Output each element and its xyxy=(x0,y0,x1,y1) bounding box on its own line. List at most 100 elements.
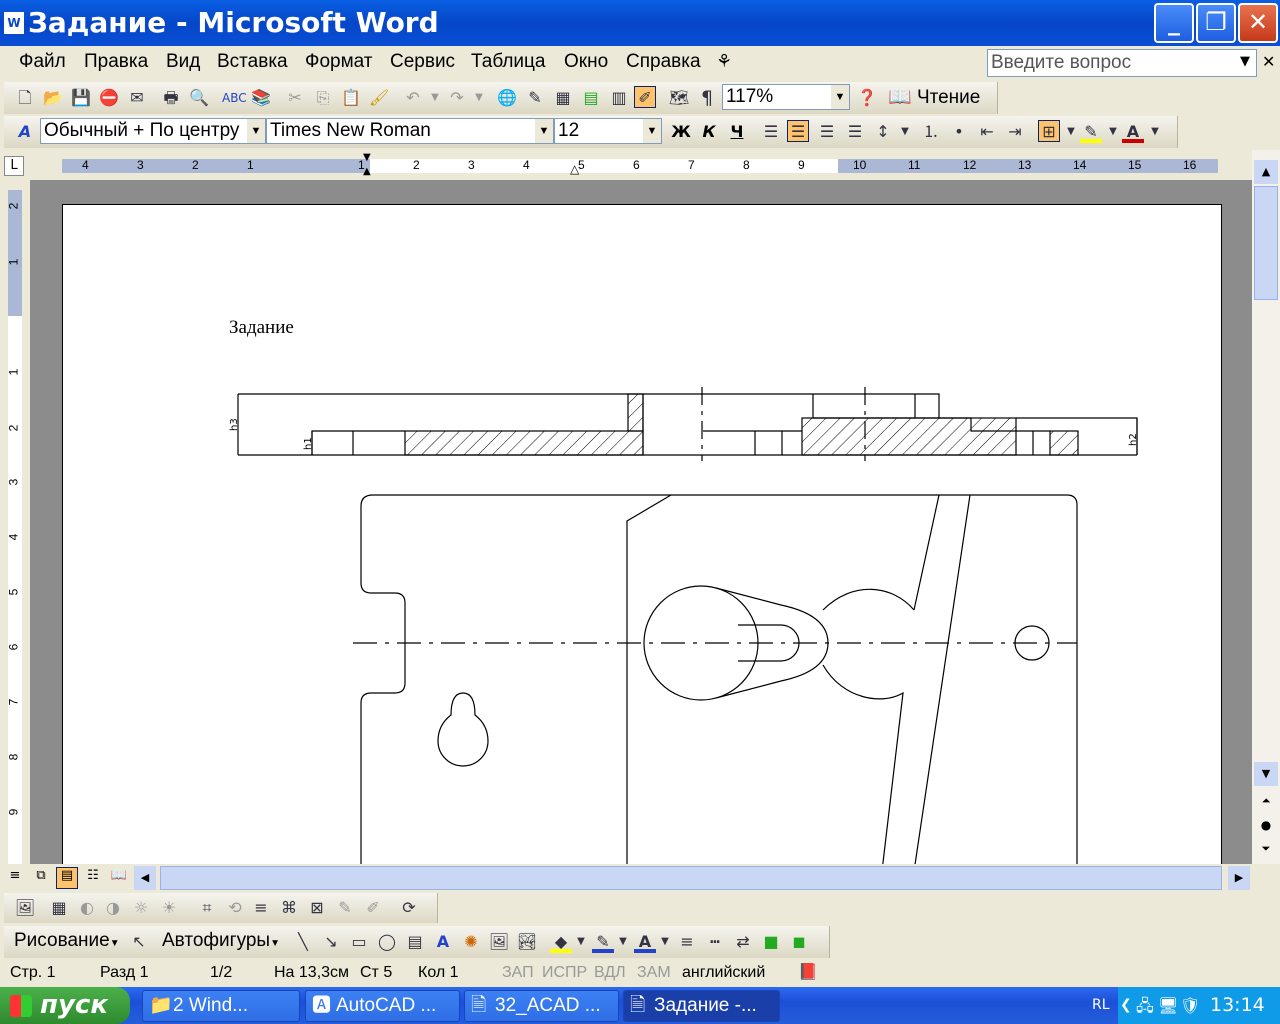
line-spacing-icon[interactable]: ↕ xyxy=(872,121,894,143)
outline-view-icon[interactable]: ☷ xyxy=(82,868,104,888)
assistant-icon[interactable]: ⚘ xyxy=(716,51,732,72)
security-icon[interactable]: 🛡 xyxy=(1180,987,1200,1024)
ask-dropdown-icon[interactable]: ▼ xyxy=(1240,54,1250,69)
oval-tool-icon[interactable]: ◯ xyxy=(376,931,398,953)
print-icon[interactable]: 🖶 xyxy=(160,87,182,109)
show-hide-icon[interactable]: ¶ xyxy=(696,87,718,109)
reading-button[interactable]: 📖 Чтение xyxy=(888,85,980,111)
network-icon[interactable]: 🖧 xyxy=(1136,987,1154,1024)
less-contrast-icon[interactable]: ◑ xyxy=(102,897,124,919)
scroll-thumb[interactable] xyxy=(1254,186,1278,300)
text-wrap-icon[interactable]: ⊠ xyxy=(306,897,328,919)
line-tool-icon[interactable]: ╲ xyxy=(292,931,314,953)
font-combo[interactable]: Times New Roman ▼ xyxy=(266,118,554,144)
normal-view-icon[interactable]: ≡ xyxy=(4,868,26,888)
menu-insert[interactable]: Вставка xyxy=(217,51,288,73)
arrow-style-icon[interactable]: ⇄ xyxy=(732,931,754,953)
menu-help[interactable]: Справка xyxy=(626,51,701,73)
copy-icon[interactable]: ⎘ xyxy=(312,87,334,109)
redo-dropdown-icon[interactable]: ▼ xyxy=(468,87,490,109)
reading-view-icon[interactable]: 📖 xyxy=(108,868,130,888)
task-autocad[interactable]: 🅰 AutoCAD ... xyxy=(305,990,460,1022)
paste-icon[interactable]: 📋 xyxy=(340,87,362,109)
align-center-icon[interactable]: ☰ xyxy=(787,120,809,142)
status-language[interactable]: английский xyxy=(682,964,765,982)
zoom-combo[interactable]: 117% ▼ xyxy=(722,84,850,110)
fill-color-dropdown-icon[interactable]: ▼ xyxy=(570,931,592,953)
line-style-icon[interactable]: ≡ xyxy=(250,897,272,919)
drawing-icon[interactable]: ✐ xyxy=(634,86,656,108)
status-trk[interactable]: ИСПР xyxy=(542,964,587,982)
open-icon[interactable]: 📂 xyxy=(42,87,64,109)
format-picture-icon[interactable]: ✎ xyxy=(334,897,356,919)
menu-window[interactable]: Окно xyxy=(564,51,608,73)
page[interactable]: Задание h3 h1 h2 xyxy=(62,204,1222,864)
highlight-icon[interactable]: ✎ xyxy=(1080,121,1102,143)
status-ext[interactable]: ВДЛ xyxy=(594,964,626,982)
autoshapes-menu-button[interactable]: Автофигуры▼ xyxy=(162,930,280,952)
scroll-right-icon[interactable]: ▶ xyxy=(1228,866,1250,890)
task-word-active[interactable]: 🗎 Задание -... xyxy=(623,990,780,1022)
task-word-acad[interactable]: 🗎 32_ACAD ... xyxy=(464,990,619,1022)
clipart-icon[interactable]: 🖼 xyxy=(488,931,510,953)
font-color-dropdown-icon[interactable]: ▼ xyxy=(1144,121,1166,143)
zoom-dropdown-icon[interactable]: ▼ xyxy=(831,85,849,109)
columns-icon[interactable]: ▥ xyxy=(608,87,630,109)
close-doc-icon[interactable]: ✕ xyxy=(1262,52,1275,71)
line-style-draw-icon[interactable]: ≡ xyxy=(676,931,698,953)
line-spacing-dropdown-icon[interactable]: ▼ xyxy=(894,121,916,143)
drawing-menu-button[interactable]: Рисование▼ xyxy=(14,930,120,952)
scroll-down-icon[interactable]: ▼ xyxy=(1254,762,1278,786)
insert-picture-icon[interactable]: 🖼 xyxy=(14,897,36,919)
previous-page-icon[interactable]: ⏶ xyxy=(1254,790,1278,812)
next-page-icon[interactable]: ⏷ xyxy=(1254,838,1278,860)
rectangle-tool-icon[interactable]: ▭ xyxy=(348,931,370,953)
language-indicator[interactable]: RL xyxy=(1092,987,1110,1024)
justify-icon[interactable]: ☰ xyxy=(844,121,866,143)
format-painter-icon[interactable]: 🖌 xyxy=(368,87,390,109)
status-rec[interactable]: ЗАП xyxy=(502,964,534,982)
highlight-dropdown-icon[interactable]: ▼ xyxy=(1102,121,1124,143)
save-icon[interactable]: 💾 xyxy=(70,87,92,109)
network-2-icon[interactable]: 🖥 xyxy=(1158,987,1178,1024)
fill-color-icon[interactable]: ◆ xyxy=(550,931,572,953)
document-map-icon[interactable]: 🗺 xyxy=(668,87,690,109)
insert-excel-icon[interactable]: ▤ xyxy=(580,87,602,109)
styles-icon[interactable]: A xyxy=(14,121,36,143)
style-dropdown-icon[interactable]: ▼ xyxy=(247,119,265,143)
redo-icon[interactable]: ↷ xyxy=(446,87,468,109)
wordart-icon[interactable]: A xyxy=(432,931,454,953)
research-icon[interactable]: 📚 xyxy=(250,87,272,109)
reset-picture-icon[interactable]: ⟳ xyxy=(398,897,420,919)
email-icon[interactable]: ✉ xyxy=(126,87,148,109)
ask-question-input[interactable]: Введите вопрос xyxy=(987,49,1257,77)
more-contrast-icon[interactable]: ◐ xyxy=(76,897,98,919)
start-button[interactable]: пуск xyxy=(0,987,130,1024)
undo-icon[interactable]: ↶ xyxy=(402,87,424,109)
align-left-icon[interactable]: ☰ xyxy=(760,121,782,143)
diagram-icon[interactable]: ✺ xyxy=(460,931,482,953)
cut-icon[interactable]: ✂ xyxy=(284,87,306,109)
menu-format[interactable]: Формат xyxy=(305,51,373,73)
document-area[interactable]: Задание h3 h1 h2 xyxy=(30,180,1252,864)
task-explorer[interactable]: 📁 2 Wind... xyxy=(142,990,300,1022)
horizontal-ruler[interactable]: L 4 3 2 1 1 2 3 4 5 6 7 8 9 10 11 12 13 14 15 16 ▼ ▲ △ xyxy=(0,150,1280,180)
insert-table-icon[interactable]: ▦ xyxy=(552,87,574,109)
vertical-scrollbar[interactable]: ▲ ▼ ⏶ ● ⏷ xyxy=(1252,150,1280,864)
print-layout-view-icon[interactable]: ▤ xyxy=(56,867,78,889)
style-combo[interactable]: Обычный + По центру ▼ xyxy=(40,118,266,144)
close-button[interactable]: ✕ xyxy=(1238,3,1278,43)
right-indent-marker[interactable]: △ xyxy=(570,162,579,176)
menu-table[interactable]: Таблица xyxy=(471,51,546,73)
help-icon[interactable]: ❓ xyxy=(856,87,878,109)
draw-font-color-icon[interactable]: A xyxy=(634,931,656,953)
spelling-icon[interactable]: ABC xyxy=(222,87,247,109)
compress-icon[interactable]: ⌘ xyxy=(278,897,300,919)
hyperlink-icon[interactable]: 🌐 xyxy=(496,87,518,109)
size-combo[interactable]: 12 ▼ xyxy=(554,118,662,144)
scroll-left-icon[interactable]: ◀ xyxy=(134,866,156,890)
font-color-icon[interactable]: A xyxy=(1122,121,1144,143)
underline-button[interactable]: Ч xyxy=(726,121,748,143)
spelling-status-icon[interactable]: 📕 xyxy=(798,962,818,982)
line-color-icon[interactable]: ✎ xyxy=(592,931,614,953)
